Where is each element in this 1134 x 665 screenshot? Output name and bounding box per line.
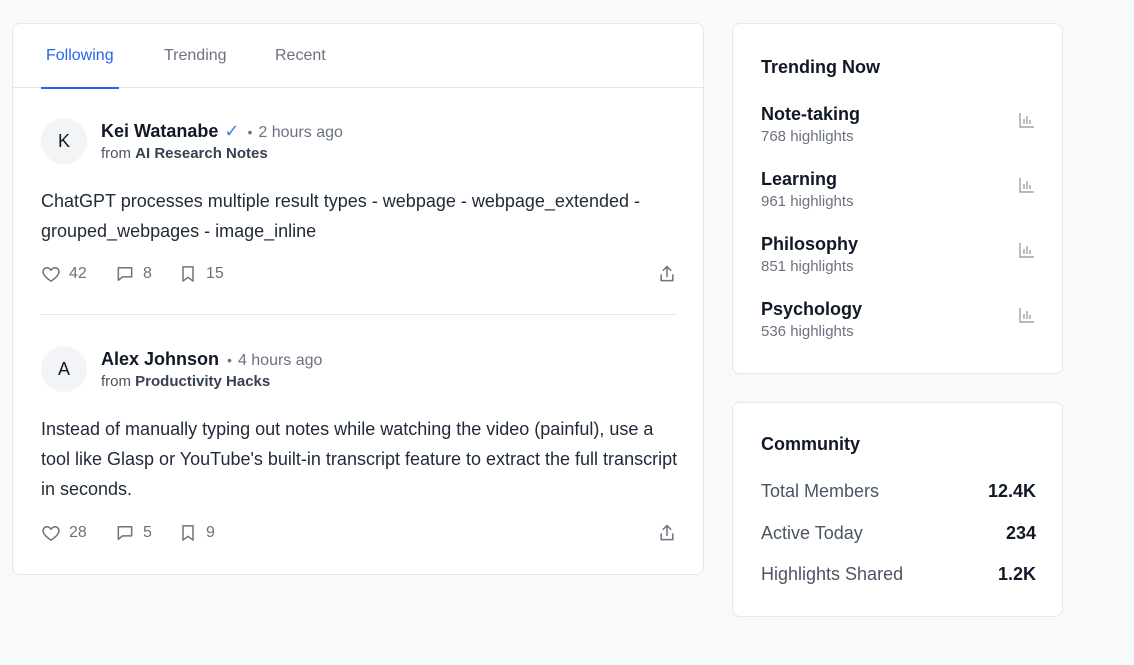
bookmark-icon — [182, 266, 194, 282]
comment-count: 5 — [143, 524, 152, 541]
post: A Alex Johnson • 4 hours ago from Producti… — [41, 346, 677, 566]
tab-following[interactable]: Following — [41, 24, 119, 89]
post-text: Instead of manually typing out notes whi… — [41, 419, 678, 499]
stat-row-total-members: Total Members 12.4K — [761, 481, 1036, 502]
like-count: 42 — [69, 265, 87, 282]
post-header: Alex Johnson • 4 hours ago — [101, 347, 322, 373]
trending-item[interactable]: Note-taking 768 highlights — [761, 103, 1036, 153]
post-header: Kei Watanabe ✓ • 2 hours ago — [101, 119, 343, 145]
share-icon[interactable] — [657, 523, 677, 543]
bar-chart-icon — [1019, 113, 1034, 128]
source-link[interactable]: Productivity Hacks — [135, 373, 270, 390]
stat-label: Total Members — [761, 481, 880, 501]
post-time: 2 hours ago — [258, 124, 343, 141]
stat-value: 12.4K — [987, 481, 1036, 501]
post-time: 4 hours ago — [237, 352, 323, 369]
trending-count: 536 highlights — [761, 323, 854, 340]
source-link[interactable]: AI Research Notes — [135, 145, 268, 162]
bar-chart-icon — [1019, 178, 1034, 193]
stat-value: 1.2K — [997, 564, 1036, 584]
avatar[interactable]: K — [41, 118, 87, 164]
share-icon[interactable] — [657, 264, 677, 284]
source-prefix: from — [101, 373, 131, 390]
bookmark-button[interactable]: 9 — [178, 523, 215, 543]
tab-trending[interactable]: Trending — [164, 24, 227, 88]
tab-recent[interactable]: Recent — [275, 24, 326, 88]
bookmark-button[interactable]: 15 — [178, 264, 224, 284]
author-name[interactable]: Kei Watanabe — [101, 121, 218, 141]
author-name[interactable]: Alex Johnson — [101, 349, 219, 369]
like-count: 28 — [69, 524, 87, 541]
bookmark-count: 9 — [206, 524, 215, 541]
stat-label: Highlights Shared — [761, 564, 904, 584]
trending-topic: Philosophy — [761, 234, 859, 254]
stat-row-active-today: Active Today 234 — [761, 523, 1036, 544]
stat-value: 234 — [1005, 523, 1036, 543]
comment-icon — [117, 526, 133, 540]
like-button[interactable]: 42 — [41, 264, 87, 284]
post-actions: 42 8 15 — [41, 264, 677, 288]
post-divider — [41, 314, 677, 315]
post-text: ChatGPT processes multiple result types … — [41, 191, 640, 241]
trending-topic: Learning — [761, 169, 838, 189]
heart-icon — [42, 526, 60, 541]
comment-icon — [117, 267, 133, 281]
separator-dot: • — [247, 124, 253, 140]
trending-count: 768 highlights — [761, 128, 854, 145]
community-title: Community — [761, 434, 860, 454]
bar-chart-icon — [1019, 243, 1034, 258]
trending-count: 851 highlights — [761, 258, 854, 275]
community-card: Community Total Members 12.4K Active Tod… — [732, 402, 1063, 617]
trending-item[interactable]: Philosophy 851 highlights — [761, 233, 1036, 283]
stat-label: Active Today — [761, 523, 863, 543]
heart-icon — [42, 267, 60, 282]
feed-card: Following Trending Recent K Kei Watanabe… — [12, 23, 704, 575]
post-source: from AI Research Notes — [101, 145, 268, 162]
source-prefix: from — [101, 145, 131, 162]
trending-card: Trending Now Note-taking 768 highlights … — [732, 23, 1063, 374]
trending-item[interactable]: Psychology 536 highlights — [761, 298, 1036, 348]
trending-item[interactable]: Learning 961 highlights — [761, 168, 1036, 218]
feed-tabs: Following Trending Recent — [13, 24, 703, 89]
comment-button[interactable]: 8 — [115, 264, 152, 284]
separator-dot: • — [227, 352, 232, 368]
stat-row-highlights-shared: Highlights Shared 1.2K — [761, 564, 1036, 585]
trending-count: 961 highlights — [761, 193, 854, 210]
bookmark-count: 15 — [206, 265, 224, 282]
avatar[interactable]: A — [41, 346, 87, 392]
trending-title: Trending Now — [761, 57, 880, 77]
post-actions: 28 5 9 — [41, 523, 677, 547]
trending-topic: Note-taking — [761, 104, 860, 124]
like-button[interactable]: 28 — [41, 523, 87, 543]
verified-icon: ✓ — [224, 121, 240, 141]
comment-count: 8 — [143, 265, 152, 282]
bookmark-icon — [182, 525, 194, 541]
bar-chart-icon — [1019, 308, 1034, 323]
comment-button[interactable]: 5 — [115, 523, 152, 543]
post: K Kei Watanabe ✓ • 2 hours ago from AI Rese… — [41, 118, 677, 318]
post-source: from Productivity Hacks — [101, 373, 270, 390]
trending-topic: Psychology — [761, 299, 863, 319]
